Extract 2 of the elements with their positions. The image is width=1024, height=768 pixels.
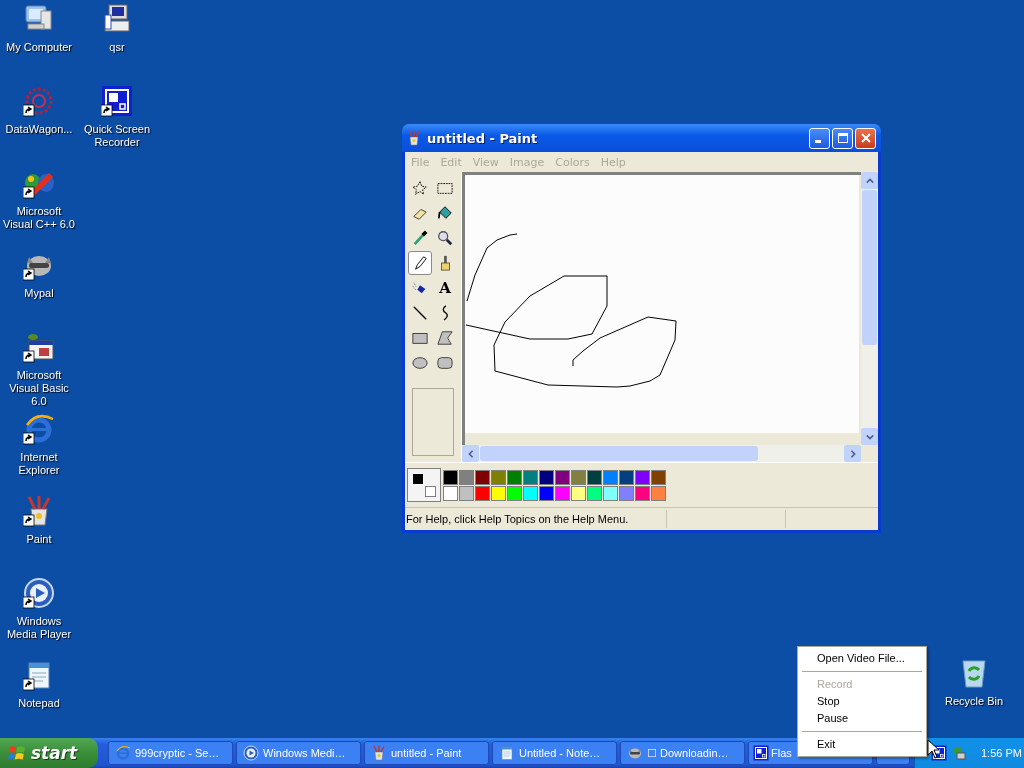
window-title: untitled - Paint <box>427 130 538 146</box>
status-text: For Help, click Help Topics on the Help Menu. <box>405 513 630 525</box>
